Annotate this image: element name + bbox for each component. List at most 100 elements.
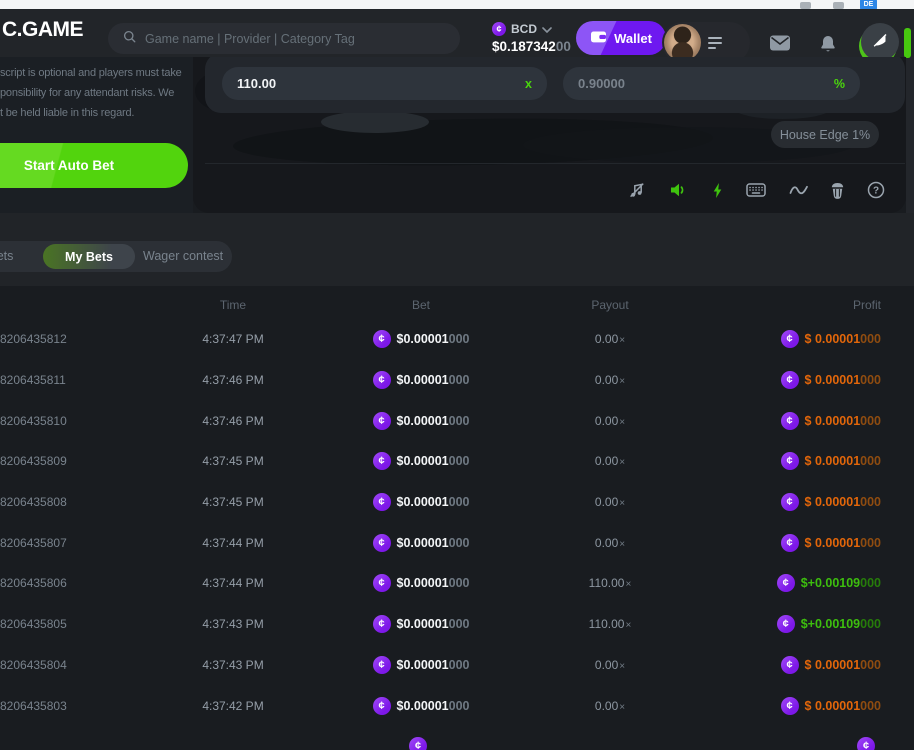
table-row[interactable]: 82064358104:37:46 PM$0.000010000.00×$ 0.… (0, 400, 914, 441)
table-row[interactable]: 82064358064:37:44 PM$0.00001000110.00×$+… (0, 563, 914, 604)
profit-amount-main: $+0.00109 (801, 617, 860, 631)
win-chance-input[interactable] (578, 76, 834, 91)
bet-cell: $0.00001000 (316, 330, 526, 348)
profit-amount-decimals: 000 (860, 414, 881, 428)
site-logo[interactable]: C.GAME (2, 18, 83, 42)
payout-multiplier-field[interactable]: x (222, 67, 547, 100)
bcd-coin-icon (373, 371, 391, 389)
time-cell: 4:37:47 PM (150, 332, 316, 346)
start-auto-bet-button[interactable]: Start Auto Bet (0, 143, 188, 188)
bcd-coin-icon (373, 493, 391, 511)
bcd-coin-icon (781, 330, 799, 348)
profit-amount-decimals: 000 (860, 332, 881, 346)
chat-button[interactable] (861, 23, 899, 61)
bet-id-cell: 8206435810 (0, 414, 150, 428)
payout-cell: 110.00× (526, 576, 694, 590)
bcd-coin-icon (409, 737, 427, 750)
bet-inputs-panel: x % (205, 57, 905, 113)
tab-wager-contest[interactable]: Wager contest (143, 249, 223, 263)
time-cell: 4:37:44 PM (150, 536, 316, 550)
bet-id-cell: 8206435804 (0, 658, 150, 672)
bets-tab-bar: All Bets My Bets Wager contest (0, 241, 232, 272)
browser-extension-icon[interactable] (800, 2, 811, 9)
scrollbar-thumb[interactable] (904, 28, 911, 58)
table-row[interactable]: 82064358074:37:44 PM$0.000010000.00×$ 0.… (0, 522, 914, 563)
bet-amount: $0.00001000 (397, 658, 470, 672)
payout-multiplier-sign: × (619, 539, 625, 550)
profit-amount: $ 0.00001000 (805, 699, 881, 713)
help-circle-icon[interactable]: ? (865, 179, 887, 201)
table-header: Time Bet Payout Profit (0, 295, 914, 315)
profit-amount-main: $ 0.00001 (805, 699, 861, 713)
profit-amount-decimals: 000 (860, 617, 881, 631)
payout-multiplier-input[interactable] (237, 76, 525, 91)
profit-amount: $ 0.00001000 (805, 658, 881, 672)
currency-code: BCD (511, 22, 537, 36)
avatar[interactable] (664, 24, 701, 61)
notifications-bell-icon[interactable] (820, 35, 836, 58)
bet-amount-decimals: 000 (449, 414, 470, 428)
win-chance-field[interactable]: % (563, 67, 860, 100)
profit-amount-decimals: 000 (860, 576, 881, 590)
bet-cell (316, 737, 526, 750)
bcd-coin-icon (373, 697, 391, 715)
tab-all-bets[interactable]: All Bets (0, 249, 13, 263)
payout-cell: 0.00× (526, 454, 694, 468)
currency-selector[interactable]: BCD $0.18734200 (492, 20, 571, 54)
wallet-label: Wallet (614, 31, 652, 46)
top-nav: C.GAME BCD $0.18734200 Wallet (0, 9, 914, 57)
hotkeys-keyboard-icon[interactable] (745, 179, 767, 201)
bet-amount-main: $0.00001 (397, 414, 449, 428)
strategy-acorn-icon[interactable] (826, 179, 848, 201)
bet-cell: $0.00001000 (316, 412, 526, 430)
profit-amount-decimals: 000 (860, 495, 881, 509)
scene-blob (321, 111, 429, 133)
table-row[interactable]: 82064358114:37:46 PM$0.000010000.00×$ 0.… (0, 360, 914, 401)
turbo-bolt-icon[interactable] (706, 179, 728, 201)
bet-amount-main: $0.00001 (397, 536, 449, 550)
game-search[interactable] (108, 23, 460, 54)
bcd-coin-icon (373, 574, 391, 592)
chat-flag-icon (871, 31, 889, 54)
time-cell: 4:37:43 PM (150, 617, 316, 631)
table-row[interactable]: 82064358054:37:43 PM$0.00001000110.00×$+… (0, 604, 914, 645)
bet-id-cell: 8206435803 (0, 699, 150, 713)
table-row[interactable]: 82064358034:37:42 PM$0.000010000.00×$ 0.… (0, 685, 914, 726)
messages-envelope-icon[interactable] (770, 35, 790, 56)
profit-amount-main: $ 0.00001 (805, 454, 861, 468)
bet-amount: $0.00001000 (397, 576, 470, 590)
user-menu-lines-icon (708, 37, 722, 49)
bcd-coin-icon (857, 737, 875, 750)
wallet-button[interactable]: Wallet (576, 21, 666, 55)
payout-cell: 110.00× (526, 617, 694, 631)
bcd-coin-icon (781, 697, 799, 715)
browser-extension-icon[interactable] (833, 2, 844, 9)
table-row[interactable]: 82064358084:37:45 PM$0.000010000.00×$ 0.… (0, 482, 914, 523)
bet-amount-main: $0.00001 (397, 373, 449, 387)
table-row[interactable] (0, 726, 914, 750)
payout-cell: 0.00× (526, 414, 694, 428)
profit-cell: $ 0.00001000 (694, 330, 914, 348)
payout-cell: 0.00× (526, 373, 694, 387)
profit-amount-decimals: 000 (860, 658, 881, 672)
sound-on-icon[interactable] (667, 179, 689, 201)
search-input[interactable] (145, 32, 445, 46)
profit-amount: $ 0.00001000 (805, 454, 881, 468)
balance-decimals: 00 (556, 39, 571, 54)
tab-my-bets[interactable]: My Bets (43, 244, 135, 269)
bcd-coin-icon (777, 615, 795, 633)
bcd-coin-icon (781, 656, 799, 674)
table-row[interactable]: 82064358044:37:43 PM$0.000010000.00×$ 0.… (0, 645, 914, 686)
profit-amount-main: $ 0.00001 (805, 536, 861, 550)
payout-multiplier-sign: × (625, 620, 631, 631)
music-muted-icon[interactable] (626, 179, 648, 201)
bcd-coin-icon (777, 574, 795, 592)
bcd-coin-icon (373, 615, 391, 633)
bet-amount-decimals: 000 (449, 495, 470, 509)
profit-amount-main: $ 0.00001 (805, 658, 861, 672)
table-row[interactable]: 82064358124:37:47 PM$0.000010000.00×$ 0.… (0, 319, 914, 360)
bet-cell: $0.00001000 (316, 452, 526, 470)
live-stats-wave-icon[interactable] (788, 179, 810, 201)
table-row[interactable]: 82064358094:37:45 PM$0.000010000.00×$ 0.… (0, 441, 914, 482)
payout-multiplier-sign: × (619, 457, 625, 468)
